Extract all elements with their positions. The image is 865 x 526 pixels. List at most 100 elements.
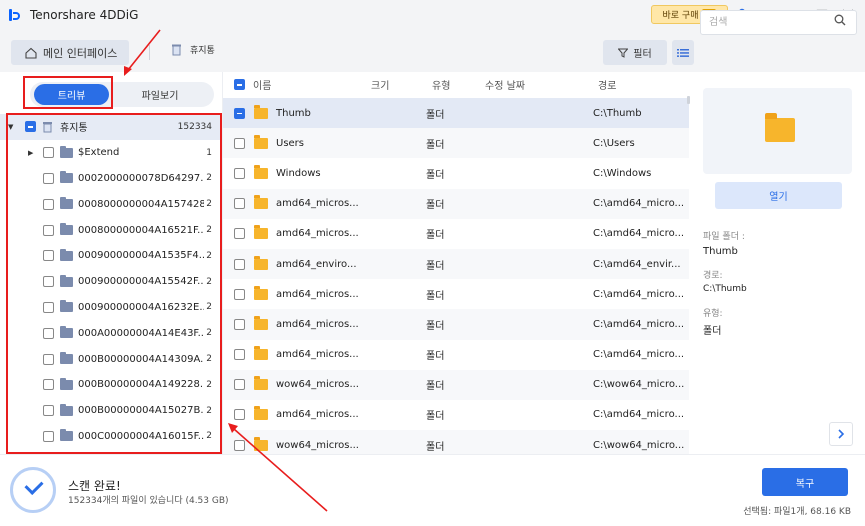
folder-icon: [60, 197, 73, 210]
tree-row[interactable]: 000B00000004A15027B... 2: [0, 398, 222, 424]
col-type[interactable]: 유형: [432, 77, 450, 92]
row-type: 폴더: [426, 230, 445, 242]
folder-icon: [60, 274, 73, 287]
root-checkbox[interactable]: [25, 121, 36, 133]
row-path: C:\Thumb: [593, 107, 642, 119]
type-label: 유형:: [703, 309, 723, 319]
tree-checkbox[interactable]: [43, 405, 54, 417]
folder-icon: [254, 285, 268, 300]
filter-label: 필터: [633, 49, 652, 60]
row-checkbox[interactable]: [234, 318, 245, 330]
col-modified[interactable]: 수정 날짜: [485, 77, 525, 92]
table-row[interactable]: Thumb 폴더 C:\Thumb: [223, 98, 689, 129]
row-name: amd64_micros...: [276, 409, 359, 421]
file-view-tab[interactable]: 파일보기: [120, 84, 200, 105]
row-checkbox[interactable]: [234, 409, 245, 421]
row-checkbox[interactable]: [234, 137, 245, 149]
folder-icon: [60, 429, 73, 442]
tree-checkbox[interactable]: [43, 224, 54, 236]
row-name: amd64_micros...: [276, 288, 359, 300]
table-row[interactable]: Windows 폴더 C:\Windows: [223, 158, 689, 188]
col-name[interactable]: 이름: [253, 77, 271, 92]
search-icon[interactable]: [834, 14, 850, 30]
row-checkbox[interactable]: [234, 258, 245, 270]
main-interface-tab[interactable]: 메인 인터페이스: [11, 40, 129, 65]
tree-row[interactable]: 000900000004A1535F4... 2: [0, 243, 222, 269]
row-path: C:\Users: [593, 137, 635, 149]
expand-right-icon[interactable]: ▶: [28, 149, 36, 157]
tree-item-label: $Extend: [78, 147, 120, 159]
row-name: Thumb: [276, 107, 311, 119]
col-path[interactable]: 경로: [598, 77, 616, 92]
open-button[interactable]: 열기: [715, 182, 842, 209]
tree-row[interactable]: 000800000004A16521F... 2: [0, 217, 222, 243]
folder-value: Thumb: [703, 246, 738, 257]
table-row[interactable]: amd64_micros... 폴더 C:\amd64_micro...: [223, 340, 689, 370]
row-checkbox[interactable]: [234, 379, 245, 391]
row-path: C:\amd64_micro...: [593, 349, 685, 361]
tree-checkbox[interactable]: [43, 250, 54, 262]
tree-row[interactable]: 000900000004A16232E... 2: [0, 295, 222, 321]
file-rows: Thumb 폴더 C:\Thumb Users 폴더 C:\Users Windows 폴더 C…: [223, 98, 689, 461]
tree-checkbox[interactable]: [43, 276, 54, 288]
breadcrumb[interactable]: 휴지통: [170, 43, 215, 56]
tree-checkbox[interactable]: [43, 301, 54, 313]
tree-checkbox[interactable]: [43, 327, 54, 339]
folder-icon: [60, 403, 73, 416]
tree-item-label: 000A00000004A14E43F...: [78, 327, 204, 339]
tree-row[interactable]: 0008000000004A157428... 2: [0, 191, 222, 217]
row-name: amd64_micros...: [276, 318, 359, 330]
breadcrumb-label: 휴지통: [190, 46, 215, 56]
table-row[interactable]: amd64_micros... 폴더 C:\amd64_micro...: [223, 400, 689, 430]
tree-row[interactable]: 000A00000004A14E43F... 2: [0, 320, 222, 346]
folder-icon: [60, 377, 73, 390]
expand-down-icon[interactable]: ▼: [8, 123, 16, 131]
table-row[interactable]: wow64_micros... 폴더 C:\wow64_micro...: [223, 369, 689, 400]
tree-row[interactable]: 0002000000078D64297... 2: [0, 166, 222, 192]
folder-icon: [254, 195, 268, 210]
tree-view-tab[interactable]: 트리뷰: [34, 84, 109, 105]
row-checkbox[interactable]: [234, 288, 245, 300]
folder-icon: [60, 171, 73, 184]
tree-row[interactable]: 000C00000004A16015F... 2: [0, 424, 222, 450]
tree-checkbox[interactable]: [43, 430, 54, 442]
recover-button[interactable]: 복구: [762, 468, 848, 496]
tree-row[interactable]: 000900000004A15542F... 2: [0, 269, 222, 295]
tree-row[interactable]: 000B00000004A149228... 2: [0, 372, 222, 398]
table-row[interactable]: amd64_enviro... 폴더 C:\amd64_envir...: [223, 248, 689, 280]
app-logo-icon: [8, 8, 22, 22]
table-row[interactable]: amd64_micros... 폴더 C:\amd64_micro...: [223, 188, 689, 219]
tree-item-count: 2: [206, 199, 212, 210]
tree-checkbox[interactable]: [43, 147, 54, 159]
row-checkbox[interactable]: [234, 198, 245, 210]
row-type: 폴더: [426, 381, 445, 393]
chevron-right-icon[interactable]: [829, 422, 853, 446]
filter-button[interactable]: 필터: [603, 40, 667, 65]
row-checkbox[interactable]: [234, 107, 245, 119]
table-row[interactable]: amd64_micros... 폴더 C:\amd64_micro...: [223, 219, 689, 249]
row-path: C:\amd64_micro...: [593, 409, 685, 421]
filter-icon: [618, 48, 629, 58]
tree-root-count: 152334: [177, 121, 212, 132]
select-all-checkbox[interactable]: [234, 79, 245, 90]
tree-checkbox[interactable]: [43, 172, 54, 184]
list-view-button[interactable]: [672, 40, 694, 65]
folder-icon: [254, 164, 268, 179]
tree-row-root[interactable]: ▼ 휴지통 152334: [0, 114, 222, 140]
row-path: C:\amd64_micro...: [593, 228, 685, 240]
tree-checkbox[interactable]: [43, 198, 54, 210]
tree-checkbox[interactable]: [43, 379, 54, 391]
row-checkbox[interactable]: [234, 167, 245, 179]
row-type: 폴더: [426, 351, 445, 363]
row-checkbox[interactable]: [234, 439, 245, 451]
table-row[interactable]: amd64_micros... 폴더 C:\amd64_micro...: [223, 309, 689, 340]
col-size[interactable]: 크기: [371, 77, 389, 92]
recycle-bin-icon: [43, 121, 52, 133]
row-checkbox[interactable]: [234, 228, 245, 240]
tree-checkbox[interactable]: [43, 353, 54, 365]
row-checkbox[interactable]: [234, 349, 245, 361]
tree-row[interactable]: ▶ $Extend 1: [0, 140, 222, 166]
tree-row[interactable]: 000B00000004A14309A... 2: [0, 346, 222, 372]
table-row[interactable]: amd64_micros... 폴더 C:\amd64_micro...: [223, 279, 689, 309]
table-row[interactable]: Users 폴더 C:\Users: [223, 128, 689, 159]
